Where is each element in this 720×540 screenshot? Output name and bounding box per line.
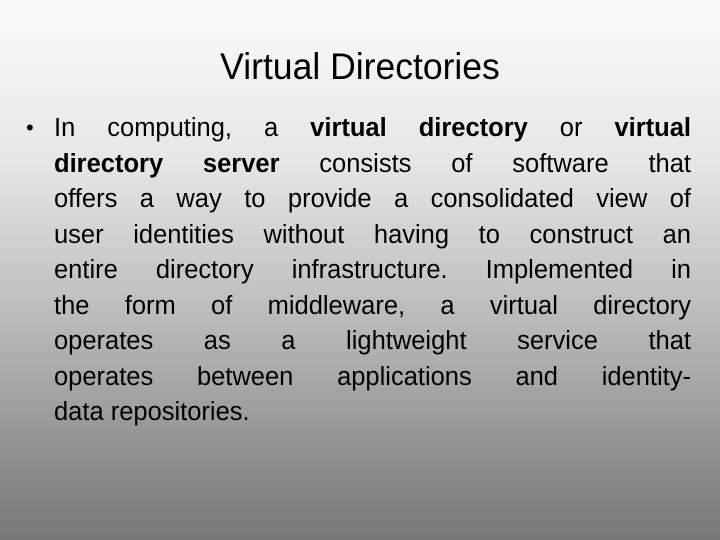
text-segment: data repositories.: [54, 398, 250, 426]
text-segment: entire directory infrastructure. Impleme…: [54, 256, 691, 284]
paragraph-line: directory server consists of software th…: [54, 147, 691, 183]
paragraph-line: entire directory infrastructure. Impleme…: [54, 253, 691, 289]
paragraph-line: operates as a lightweight service that: [54, 324, 691, 360]
bullet-paragraph: In computing, a virtual directory or vir…: [54, 111, 691, 431]
paragraph-line: the form of middleware, a virtual direct…: [54, 289, 691, 325]
text-segment: user identities without having to constr…: [54, 220, 691, 249]
slide-title: Virtual Directories: [220, 46, 500, 87]
text-segment: the form of middleware, a virtual direct…: [54, 291, 691, 320]
paragraph-line: operates between applications and identi…: [54, 360, 691, 396]
bold-term: directory server: [54, 149, 280, 178]
text-segment: In computing, a: [54, 114, 311, 142]
paragraph-line: user identities without having to constr…: [54, 218, 691, 254]
paragraph-line: data repositories.: [54, 395, 691, 431]
text-segment: consists of software that: [279, 149, 691, 178]
paragraph-line: offers a way to provide a consolidated v…: [54, 182, 691, 218]
text-segment: offers a way to provide a consolidated v…: [54, 185, 691, 213]
bold-term: virtual directory: [310, 114, 528, 142]
bullet-marker: •: [26, 115, 34, 140]
text-segment: operates between applications and identi…: [54, 362, 691, 391]
bold-term: virtual: [614, 114, 691, 142]
text-segment: or: [527, 114, 615, 142]
text-segment: operates as a lightweight service that: [54, 327, 691, 355]
paragraph-line: In computing, a virtual directory or vir…: [54, 111, 691, 147]
